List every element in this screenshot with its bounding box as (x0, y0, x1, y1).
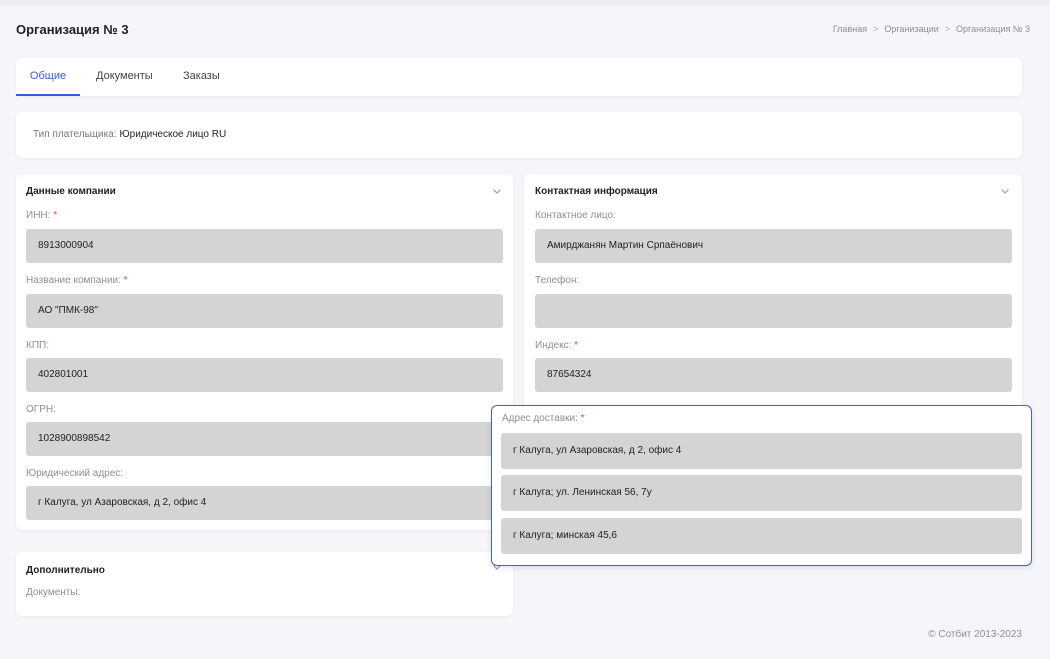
breadcrumb-separator: > (944, 24, 951, 34)
required-mark: * (53, 210, 58, 221)
breadcrumb-home[interactable]: Главная (833, 24, 867, 34)
required-mark: * (580, 413, 585, 424)
delivery-option[interactable]: г Калуга, ул Азаровская, д 2, офис 4 (501, 433, 1022, 469)
chevron-down-icon[interactable] (490, 184, 504, 198)
breadcrumb-organizations[interactable]: Организации (884, 24, 938, 34)
ogrn-label: ОГРН: (26, 404, 56, 415)
tab-general[interactable]: Общие (16, 58, 80, 96)
legal-address-label-text: Юридический адрес: (26, 468, 124, 479)
ogrn-label-text: ОГРН: (26, 404, 56, 415)
payer-type-card: Тип плательщика: Юридическое лицо RU (16, 112, 1022, 158)
payer-type-label: Тип плательщика: (33, 129, 117, 140)
chevron-down-icon[interactable] (998, 184, 1012, 198)
delivery-address-label: Адрес доставки: * (502, 413, 585, 424)
payer-type: Тип плательщика: Юридическое лицо RU (33, 129, 226, 140)
inn-label: ИНН: * (26, 210, 57, 221)
tabs-bar: Общие Документы Заказы (16, 58, 1022, 96)
inn-field[interactable]: 8913000904 (26, 229, 503, 263)
legal-address-label: Юридический адрес: (26, 468, 123, 479)
phone-label: Телефон: (535, 275, 579, 286)
contact-person-label: Контактное лицо: (535, 210, 616, 221)
additional-section-title: Дополнительно (26, 565, 105, 576)
contact-section-title: Контактная информация (535, 186, 658, 197)
index-label: Индекс: * (535, 340, 578, 351)
breadcrumb-separator: > (873, 24, 879, 34)
delivery-option[interactable]: г Калуга; минская 45,6 (501, 518, 1022, 554)
company-name-label-text: Название компании: (26, 275, 121, 286)
payer-type-value: Юридическое лицо RU (119, 129, 227, 140)
delivery-address-dropdown[interactable]: Адрес доставки: * г Калуга, ул Азаровска… (491, 405, 1032, 566)
legal-address-field[interactable]: г Калуга, ул Азаровская, д 2, офис 4 (26, 486, 503, 520)
ogrn-field[interactable]: 1028900898542 (26, 422, 503, 456)
required-mark: * (123, 275, 128, 286)
tab-orders[interactable]: Заказы (183, 58, 220, 96)
required-mark: * (574, 340, 579, 351)
page-title: Организация № 3 (16, 22, 129, 37)
footer-copyright: © Сотбит 2013-2023 (928, 629, 1022, 640)
company-section-title: Данные компании (26, 186, 116, 197)
tab-documents[interactable]: Документы (96, 58, 153, 96)
contact-person-field[interactable]: Амирджанян Мартин Српаёнович (535, 229, 1012, 263)
top-strip (0, 0, 1050, 5)
kpp-label-text: КПП: (26, 340, 49, 351)
phone-field[interactable] (535, 294, 1012, 328)
kpp-field[interactable]: 402801001 (26, 358, 503, 392)
company-data-card: Данные компании ИНН: * 8913000904 Назван… (16, 174, 513, 530)
index-label-text: Индекс: (535, 340, 572, 351)
breadcrumb: Главная > Организации > Организация № 3 (833, 24, 1030, 34)
inn-label-text: ИНН: (26, 210, 51, 221)
company-name-label: Название компании: * (26, 275, 128, 286)
delivery-option[interactable]: г Калуга; ул. Ленинская 56, 7у (501, 475, 1022, 511)
delivery-address-label-text: Адрес доставки: (502, 413, 578, 424)
breadcrumb-current: Организация № 3 (956, 24, 1030, 34)
phone-label-text: Телефон: (535, 275, 580, 286)
documents-label: Документы: (26, 587, 81, 598)
index-field[interactable]: 87654324 (535, 358, 1012, 392)
additional-card: Дополнительно Документы: (16, 552, 513, 616)
company-name-field[interactable]: АО "ПМК-98" (26, 294, 503, 328)
kpp-label: КПП: (26, 340, 49, 351)
contact-person-label-text: Контактное лицо: (535, 210, 616, 221)
